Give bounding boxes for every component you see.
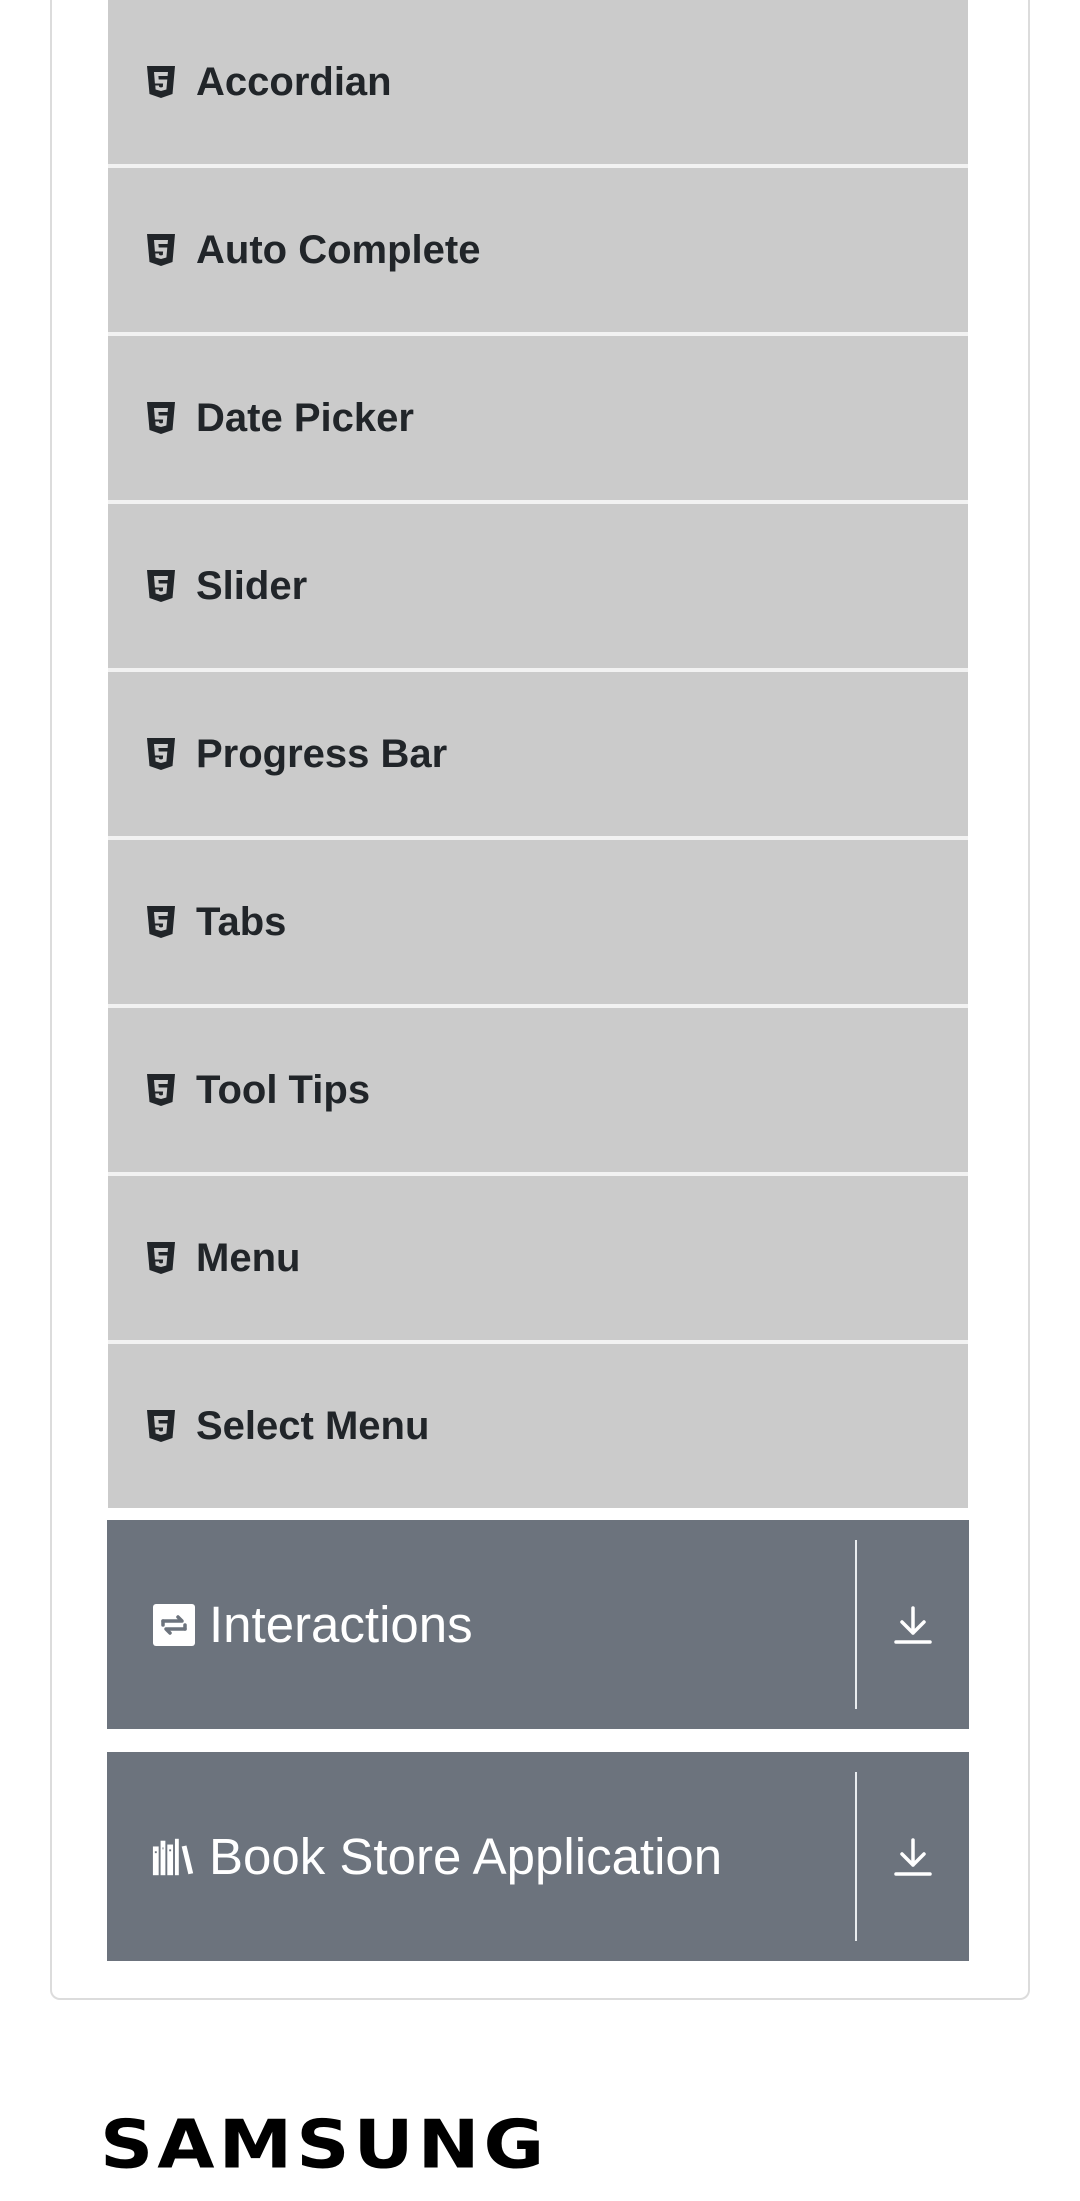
- menu-item-date-picker[interactable]: Date Picker: [108, 336, 968, 504]
- html5-icon: [146, 905, 176, 939]
- menu-item-slider[interactable]: Slider: [108, 504, 968, 672]
- html5-icon: [146, 737, 176, 771]
- html5-icon: [146, 401, 176, 435]
- menu-item-label: Menu: [196, 1235, 301, 1280]
- html5-icon: [146, 569, 176, 603]
- widgets-menu-list: Accordian Auto Complete Date Picker Slid…: [108, 0, 968, 1508]
- html5-icon: [146, 65, 176, 99]
- interactions-icon: [151, 1602, 197, 1648]
- group-header-interactions[interactable]: Interactions: [107, 1520, 969, 1729]
- logo-text: SAMSUNG: [100, 2106, 549, 2184]
- menu-item-progress-bar[interactable]: Progress Bar: [108, 672, 968, 840]
- menu-item-accordian[interactable]: Accordian: [108, 0, 968, 168]
- samsung-logo: SAMSUNG: [100, 2106, 546, 2183]
- menu-item-label: Slider: [196, 563, 308, 608]
- download-arrow-icon[interactable]: [857, 1520, 969, 1729]
- books-icon: [151, 1834, 197, 1880]
- menu-item-auto-complete[interactable]: Auto Complete: [108, 168, 968, 336]
- menu-item-label: Tool Tips: [196, 1067, 371, 1112]
- menu-item-label: Auto Complete: [196, 227, 481, 272]
- menu-item-menu[interactable]: Menu: [108, 1176, 968, 1344]
- menu-item-select-menu[interactable]: Select Menu: [108, 1344, 968, 1508]
- menu-item-tabs[interactable]: Tabs: [108, 840, 968, 1008]
- download-arrow-icon[interactable]: [857, 1752, 969, 1961]
- html5-icon: [146, 233, 176, 267]
- html5-icon: [146, 1409, 176, 1443]
- menu-item-label: Accordian: [196, 59, 392, 104]
- html5-icon: [146, 1241, 176, 1275]
- menu-item-label: Date Picker: [196, 395, 414, 440]
- group-header-book-store[interactable]: Book Store Application: [107, 1752, 969, 1961]
- menu-item-label: Tabs: [196, 899, 287, 944]
- menu-item-label: Progress Bar: [196, 731, 448, 776]
- menu-item-label: Select Menu: [196, 1403, 430, 1448]
- html5-icon: [146, 1073, 176, 1107]
- menu-item-tool-tips[interactable]: Tool Tips: [108, 1008, 968, 1176]
